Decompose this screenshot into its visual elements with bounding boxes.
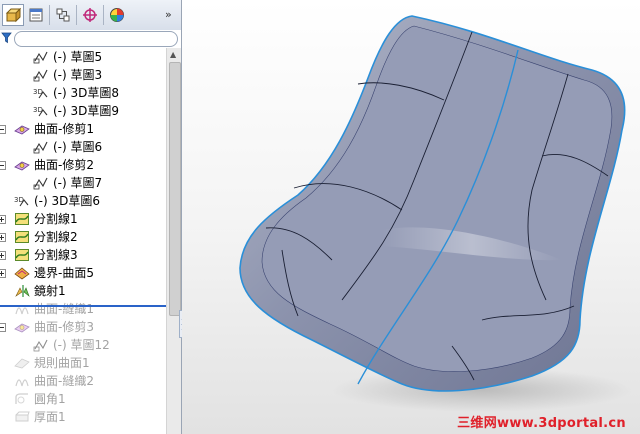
collapse-icon[interactable] — [0, 161, 6, 170]
split-line-icon — [14, 248, 30, 262]
sketch-icon — [33, 338, 49, 352]
tree-item-label: 厚面1 — [34, 410, 66, 424]
tree-item[interactable]: 曲面-縫織1 — [0, 300, 166, 318]
surface-trim-icon — [14, 122, 30, 136]
tree-item-label: (-) 草圖6 — [53, 140, 103, 154]
tree-item-label: (-) 草圖3 — [53, 68, 103, 82]
tree-item-label: 規則曲面1 — [34, 356, 90, 370]
scroll-up-icon[interactable]: ▲ — [170, 50, 176, 59]
feature-tree: (-) 草圖5 (-) 草圖3 3D (-) 3D草圖8 3D (-) 3D草圖9 曲面-修… — [0, 48, 166, 434]
expand-icon[interactable] — [0, 233, 6, 242]
tree-item[interactable]: 圓角1 — [0, 390, 166, 408]
tree-item[interactable]: (-) 草圖3 — [0, 66, 166, 84]
split-line-icon — [14, 212, 30, 226]
tree-item-label: (-) 3D草圖8 — [53, 86, 120, 100]
collapse-icon[interactable] — [0, 125, 6, 134]
tree-item-label: 曲面-縫織2 — [34, 374, 94, 388]
3d-sketch-icon: 3D — [33, 86, 49, 100]
configuration-icon — [56, 8, 70, 22]
tree-item[interactable]: 3D (-) 3D草圖9 — [0, 102, 166, 120]
3d-sketch-icon: 3D — [14, 194, 30, 208]
surface-knit-icon — [14, 374, 30, 388]
tree-item[interactable]: 分割線1 — [0, 210, 166, 228]
more-tabs-button[interactable]: » — [165, 8, 172, 21]
tree-item-label: 分割線3 — [34, 248, 78, 262]
surface-trim-icon — [14, 320, 30, 334]
collapse-icon[interactable] — [0, 323, 6, 332]
tree-item[interactable]: 曲面-修剪2 — [0, 156, 166, 174]
mirror-icon — [14, 284, 30, 298]
tree-item-label: 曲面-修剪3 — [34, 320, 94, 334]
tree-item[interactable]: (-) 草圖6 — [0, 138, 166, 156]
tree-filter — [0, 30, 181, 48]
crosshair-icon — [83, 8, 97, 22]
expand-icon[interactable] — [0, 251, 6, 260]
graphics-viewport[interactable]: 三维网www.3dportal.cn — [182, 0, 640, 434]
tree-item[interactable]: (-) 草圖12 — [0, 336, 166, 354]
tree-item-label: 曲面-修剪1 — [34, 122, 94, 136]
feature-manager-panel: » (-) 草圖5 (-) 草圖3 3D (-) 3D草圖8 3D (-) 3D草圖9 曲面… — [0, 0, 182, 434]
tree-item[interactable]: 3D (-) 3D草圖6 — [0, 192, 166, 210]
scrollbar-thumb[interactable] — [169, 62, 181, 316]
tree-item[interactable]: 曲面-縫織2 — [0, 372, 166, 390]
sketch-icon — [33, 140, 49, 154]
tree-item[interactable]: 曲面-修剪1 — [0, 120, 166, 138]
fillet-icon — [14, 392, 30, 406]
tree-item-label: 分割線1 — [34, 212, 78, 226]
tree-item-label: (-) 3D草圖6 — [34, 194, 101, 208]
display-manager-tab[interactable] — [106, 4, 128, 26]
seat-shell-model[interactable] — [182, 0, 640, 434]
ruled-surface-icon — [14, 356, 30, 370]
tree-item-label: 曲面-縫織1 — [34, 302, 94, 316]
site-watermark: 三维网www.3dportal.cn — [457, 416, 626, 431]
tree-item[interactable]: 3D (-) 3D草圖8 — [0, 84, 166, 102]
property-sheet-icon — [29, 8, 43, 22]
split-line-icon — [14, 230, 30, 244]
surface-trim-icon — [14, 158, 30, 172]
filter-input[interactable] — [14, 31, 178, 47]
tree-item[interactable]: 分割線3 — [0, 246, 166, 264]
sketch-icon — [33, 68, 49, 82]
tree-item[interactable]: 曲面-修剪3 — [0, 318, 166, 336]
thicken-icon — [14, 410, 30, 424]
tree-item-label: (-) 草圖12 — [53, 338, 110, 352]
tree-item-label: (-) 草圖5 — [53, 50, 103, 64]
tree-item-label: 圓角1 — [34, 392, 66, 406]
tree-scrollbar[interactable]: ▲ — [166, 48, 181, 434]
tree-item-label: 曲面-修剪2 — [34, 158, 94, 172]
tree-item-label: 鏡射1 — [34, 284, 66, 298]
tree-item-label: 邊界-曲面5 — [34, 266, 94, 280]
rollback-bar[interactable] — [0, 305, 166, 307]
sketch-icon — [33, 176, 49, 190]
tree-item[interactable]: 規則曲面1 — [0, 354, 166, 372]
tree-item[interactable]: 分割線2 — [0, 228, 166, 246]
tree-item[interactable]: 邊界-曲面5 — [0, 264, 166, 282]
feature-tree-icon — [5, 7, 21, 23]
tree-item-label: (-) 草圖7 — [53, 176, 103, 190]
boundary-surface-icon — [14, 266, 30, 280]
dimxpert-manager-tab[interactable] — [79, 4, 101, 26]
expand-icon[interactable] — [0, 269, 6, 278]
feature-manager-tab[interactable] — [2, 4, 24, 26]
tree-item-label: 分割線2 — [34, 230, 78, 244]
tree-item[interactable]: 厚面1 — [0, 408, 166, 426]
color-wheel-icon — [110, 8, 124, 22]
tree-item[interactable]: (-) 草圖5 — [0, 48, 166, 66]
sketch-icon — [33, 50, 49, 64]
tree-item[interactable]: (-) 草圖7 — [0, 174, 166, 192]
tree-item[interactable]: 鏡射1 — [0, 282, 166, 300]
3d-sketch-icon: 3D — [33, 104, 49, 118]
expand-icon[interactable] — [0, 215, 6, 224]
funnel-icon[interactable] — [1, 32, 12, 44]
configuration-manager-tab[interactable] — [52, 4, 74, 26]
manager-tabs-toolbar: » — [0, 0, 181, 31]
property-manager-tab[interactable] — [25, 4, 47, 26]
tree-item-label: (-) 3D草圖9 — [53, 104, 120, 118]
